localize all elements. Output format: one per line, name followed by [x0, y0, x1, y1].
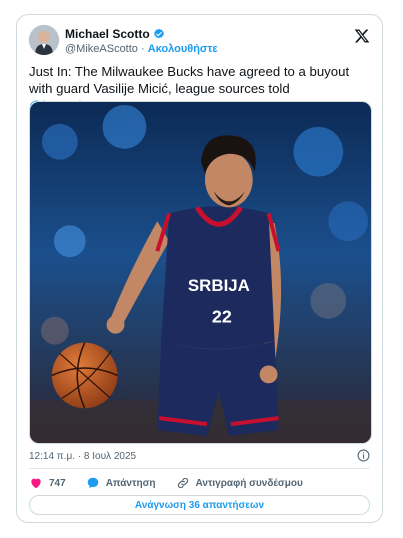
reply-icon [87, 477, 98, 489]
copy-link-label: Αντιγραφή συνδέσμου [195, 477, 303, 489]
tweet-text-body: Just In: The Milwaukee Bucks have agreed… [29, 64, 350, 96]
tweet-timestamp[interactable]: 12:14 π.μ. · 8 Ιουλ 2025 [29, 451, 136, 462]
read-replies-button[interactable]: Ανάγνωση 36 απαντήσεων [29, 495, 370, 515]
tweet-actions: 747 Απάντηση Αντιγραφή συνδέσμου [29, 476, 323, 490]
author-name[interactable]: Michael Scotto [65, 27, 150, 41]
info-icon[interactable] [357, 449, 370, 462]
divider [29, 468, 370, 469]
separator-dot: · [140, 43, 145, 55]
heart-icon [31, 478, 41, 489]
author-name-line[interactable]: Michael Scotto [65, 27, 165, 41]
reply-button[interactable]: Απάντηση [86, 476, 156, 490]
avatar[interactable] [29, 25, 59, 55]
copy-link-button[interactable]: Αντιγραφή συνδέσμου [176, 476, 303, 490]
reply-label: Απάντηση [105, 477, 156, 489]
tweet-embed-card[interactable]: Michael Scotto @MikeAScotto · Ακολουθήστ… [16, 14, 383, 523]
tweet-header: Michael Scotto @MikeAScotto · Ακολουθήστ… [29, 25, 370, 59]
x-logo-icon[interactable] [354, 28, 370, 44]
like-count: 747 [49, 477, 66, 489]
tweet-photo[interactable]: SRBIJA 22 [29, 101, 372, 444]
author-handle-line: @MikeAScotto · Ακολουθήστε [65, 43, 218, 55]
verified-icon [153, 28, 164, 39]
follow-button[interactable]: Ακολουθήστε [148, 43, 218, 55]
jersey-name: SRBIJA [188, 276, 250, 295]
jersey-number: 22 [212, 307, 232, 327]
like-button[interactable]: 747 [29, 476, 66, 490]
author-handle[interactable]: @MikeAScotto [65, 43, 138, 55]
link-icon [177, 477, 188, 489]
